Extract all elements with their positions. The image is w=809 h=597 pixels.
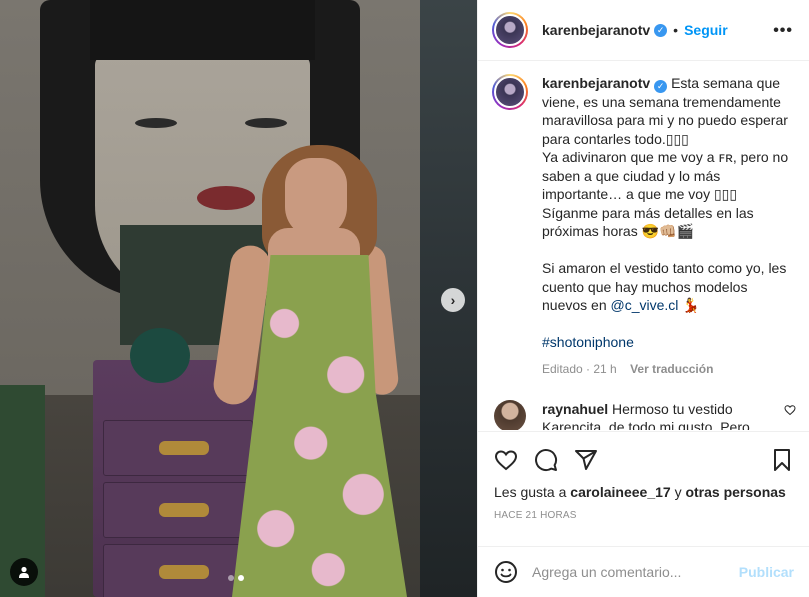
share-paper-plane-icon[interactable]: [574, 448, 598, 472]
caption-meta: Editado · 21 h Ver traducción: [542, 360, 792, 379]
avatar-image: [494, 14, 526, 46]
edited-time: Editado · 21 h: [542, 361, 617, 376]
liked-by-user[interactable]: carolaineee_17: [570, 484, 670, 500]
post-photo[interactable]: ›: [0, 0, 477, 597]
follow-button[interactable]: Seguir: [684, 22, 728, 38]
likes-others-link[interactable]: otras personas: [685, 484, 785, 500]
carousel-next-button[interactable]: ›: [441, 288, 465, 312]
caption-avatar[interactable]: [492, 74, 528, 110]
comment-body: raynahuel Hermoso tu vestido Karencita, …: [542, 400, 782, 430]
drawer-handle: [159, 503, 209, 517]
comment-bubble-icon[interactable]: [534, 448, 558, 472]
drawer-handle: [159, 441, 209, 455]
caption-username[interactable]: karenbejaranotv: [542, 75, 650, 91]
like-comment-heart-icon[interactable]: [784, 404, 796, 416]
painting-eye-right: [245, 118, 287, 128]
painting-fringe: [90, 0, 315, 60]
comment-item: raynahuel Hermoso tu vestido Karencita, …: [492, 400, 796, 430]
like-heart-icon[interactable]: [494, 448, 518, 472]
post-actions: Les gusta a carolaineee_17 y otras perso…: [478, 431, 809, 521]
comment-input[interactable]: [532, 564, 739, 580]
green-sphere-decor: [130, 328, 190, 383]
likes-middle: y: [674, 484, 682, 500]
commenter-avatar[interactable]: [494, 400, 526, 430]
drawer-handle: [159, 565, 209, 579]
post-side-panel: karenbejaranotv ✓ • Seguir ••• karenbeja…: [477, 0, 809, 597]
verified-badge-icon: ✓: [654, 79, 668, 93]
user-icon: [19, 566, 29, 578]
caption-mention-link[interactable]: @c_vive.cl: [611, 297, 679, 313]
separator-dot: •: [673, 22, 679, 38]
painting-eye-left: [135, 118, 177, 128]
drawer: [103, 482, 253, 538]
painting-lips: [197, 186, 255, 210]
likes-summary: Les gusta a carolaineee_17 y otras perso…: [494, 484, 794, 500]
author-username[interactable]: karenbejaranotv: [542, 22, 650, 38]
carousel-dot-active: [238, 575, 244, 581]
caption-text-3: Síganme para más detalles en las próxima…: [542, 204, 754, 240]
publish-button[interactable]: Publicar: [739, 564, 794, 580]
action-bar: [494, 440, 794, 480]
post-header: karenbejaranotv ✓ • Seguir •••: [478, 0, 809, 61]
caption-hashtag-link[interactable]: #shotoniphone: [542, 334, 634, 350]
drawer: [103, 420, 253, 476]
emoji-smiley-icon[interactable]: [494, 560, 518, 584]
see-translation-link[interactable]: Ver traducción: [630, 362, 713, 376]
post-timestamp[interactable]: HACE 21 HORAS: [494, 510, 794, 521]
woman-face: [285, 158, 347, 238]
caption: karenbejaranotv ✓ Esta semana que viene, …: [492, 74, 796, 378]
tagged-users-button[interactable]: [10, 558, 38, 586]
carousel-indicator: [228, 575, 244, 581]
comments-section[interactable]: karenbejaranotv ✓ Esta semana que viene, …: [478, 62, 809, 430]
add-comment-bar: Publicar: [478, 546, 809, 597]
chevron-right-icon: ›: [450, 292, 456, 308]
drawer: [103, 544, 253, 597]
author-avatar[interactable]: [492, 12, 528, 48]
save-bookmark-icon[interactable]: [770, 448, 794, 472]
avatar-image: [494, 76, 526, 108]
verified-badge-icon: ✓: [654, 23, 668, 37]
more-options-icon[interactable]: •••: [773, 22, 793, 40]
commenter-username[interactable]: raynahuel: [542, 401, 608, 417]
likes-prefix: Les gusta a: [494, 484, 567, 500]
caption-text-2: Ya adivinaron que me voy a ꜰʀ, pero no s…: [542, 149, 789, 203]
caption-emoji: 💃: [682, 297, 700, 314]
caption-body: karenbejaranotv ✓ Esta semana que viene, …: [542, 74, 792, 378]
carousel-dot: [228, 575, 234, 581]
